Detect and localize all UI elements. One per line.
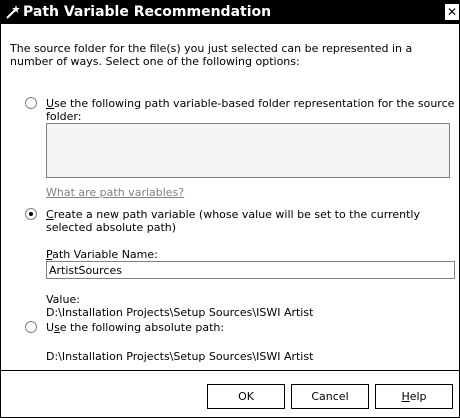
path-variable-name-input[interactable] (46, 261, 455, 279)
radio-path-variable-based[interactable] (25, 97, 37, 109)
what-are-path-variables-link[interactable]: What are path variables? (46, 186, 184, 199)
path-variable-list[interactable] (46, 123, 450, 178)
help-button[interactable]: Help (375, 384, 453, 409)
cancel-button[interactable]: Cancel (291, 384, 369, 409)
radio-create-new-variable[interactable] (25, 208, 37, 220)
path-variable-name-label: Path Variable Name: (46, 248, 158, 261)
option1-label: Use the following path variable-based fo… (46, 97, 455, 123)
value-label: Value: (46, 293, 80, 306)
wizard-icon (6, 5, 20, 19)
close-button[interactable]: ✕ (445, 4, 459, 20)
close-icon: ✕ (446, 5, 458, 19)
title-bar[interactable]: Path Variable Recommendation ✕ (1, 1, 459, 24)
ok-button[interactable]: OK (207, 384, 285, 409)
radio-absolute-path[interactable] (25, 321, 37, 333)
option3-label: Use the following absolute path: (46, 321, 225, 334)
absolute-path-text: D:\Installation Projects\Setup Sources\I… (46, 350, 314, 363)
intro-text: The source folder for the file(s) you ju… (10, 42, 413, 68)
path-variable-dialog: Path Variable Recommendation ✕ The sourc… (0, 0, 460, 418)
dialog-title: Path Variable Recommendation (23, 4, 272, 20)
button-divider (1, 370, 459, 371)
option2-label: Create a new path variable (whose value … (46, 208, 420, 234)
value-path: D:\Installation Projects\Setup Sources\I… (46, 306, 314, 319)
